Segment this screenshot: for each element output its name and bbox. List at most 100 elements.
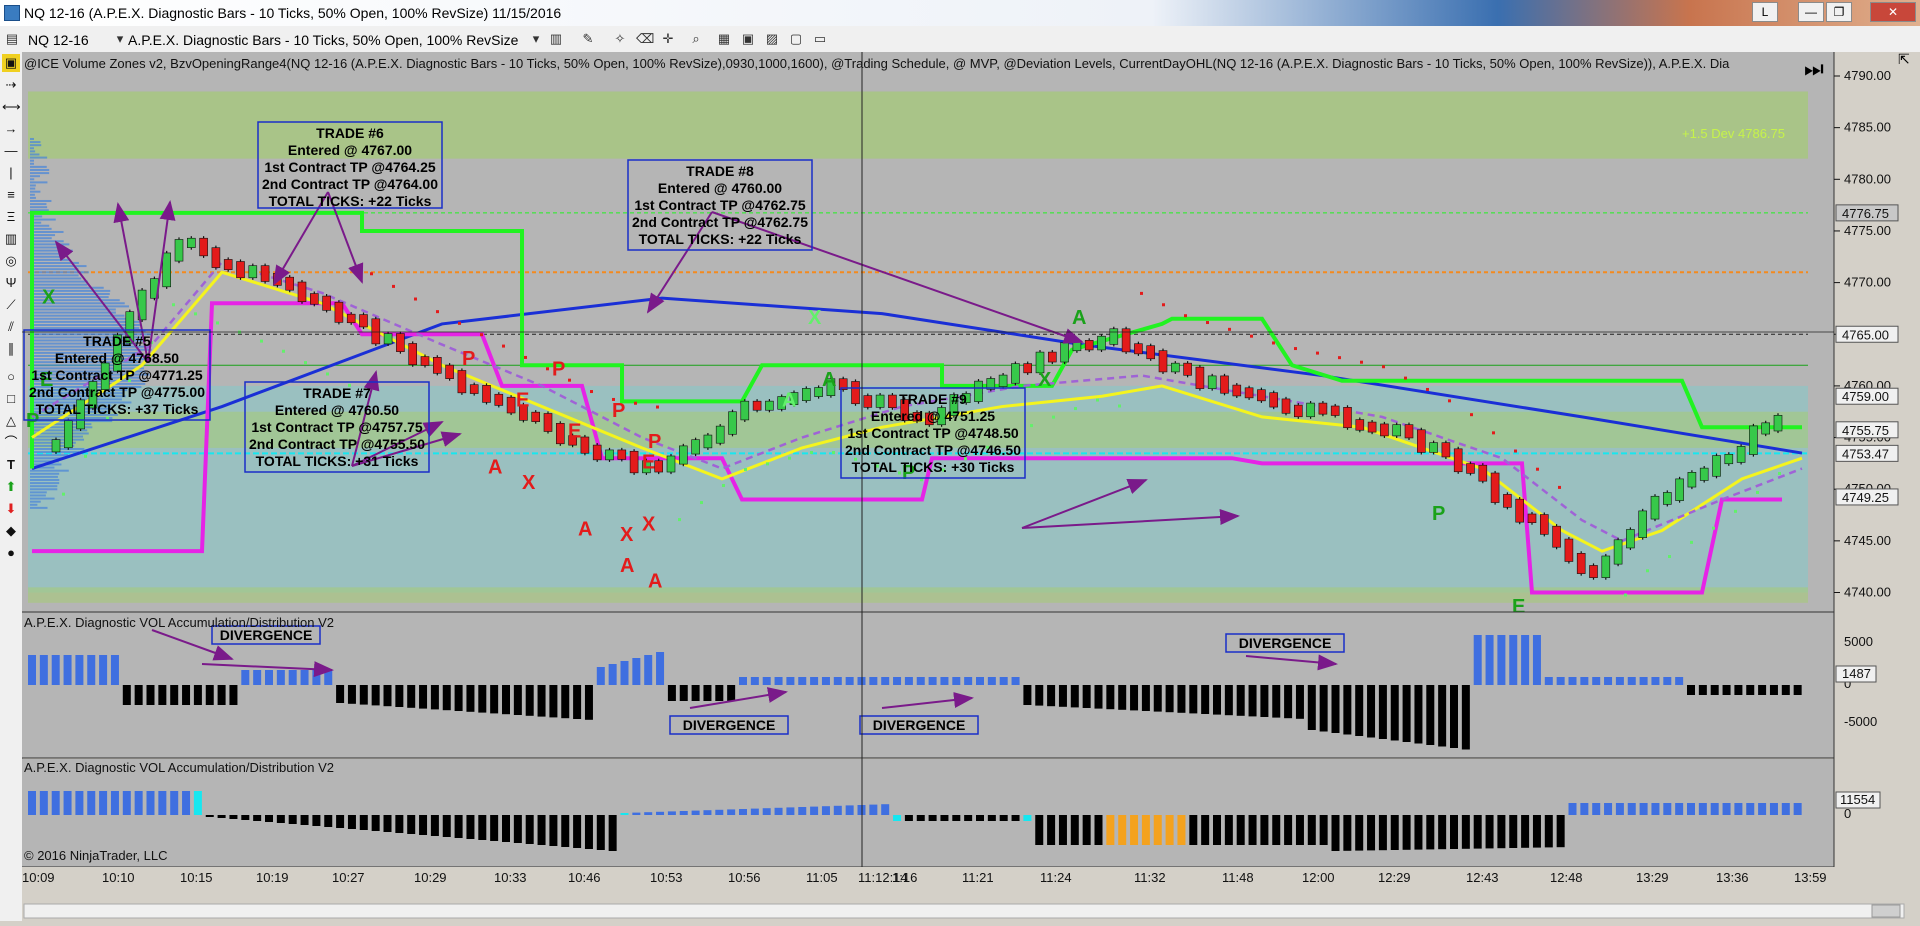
ellipse-icon[interactable]: ○	[2, 368, 20, 386]
menu-icon[interactable]: ▤	[4, 31, 20, 47]
close-button[interactable]: ✕	[1870, 2, 1916, 22]
osc2-bar	[158, 791, 166, 815]
volume-profile-bar	[30, 246, 59, 248]
osc1-bar	[893, 677, 901, 685]
psar-dot	[1030, 424, 1033, 427]
volume-profile-bar	[30, 482, 59, 484]
up-candle	[1639, 511, 1647, 538]
osc1-bar	[1189, 685, 1197, 713]
arrow-up-icon[interactable]: ⬆	[2, 478, 20, 496]
fib-circle-icon[interactable]: ◎	[2, 252, 20, 270]
osc2-bar	[289, 815, 297, 824]
psar-dot	[260, 340, 263, 343]
maximize-button[interactable]: ❐	[1826, 2, 1852, 22]
osc2-bar	[99, 791, 107, 815]
osc1-bar	[147, 685, 155, 705]
vertical-line-icon[interactable]: |	[2, 164, 20, 182]
pencil-icon[interactable]: ✎	[580, 31, 596, 47]
triangle-icon[interactable]: △	[2, 412, 20, 430]
down-candle	[1590, 565, 1598, 577]
trend-channel-icon[interactable]: ⫽	[2, 318, 20, 336]
dot-icon[interactable]: ●	[2, 544, 20, 562]
osc1-bar	[703, 685, 711, 701]
volume-profile-bar	[30, 494, 46, 496]
osc2-bar	[1414, 815, 1422, 850]
scrollbar-thumb[interactable]	[1872, 905, 1900, 917]
oscillator-panel-2[interactable]	[22, 759, 1834, 867]
collapse-axis-icon[interactable]: ⇱	[1898, 52, 1910, 67]
down-candle	[753, 401, 761, 410]
up-candle	[175, 239, 183, 261]
osc2-bar	[1734, 803, 1742, 815]
chevron-down-icon[interactable]: ▾	[528, 31, 544, 47]
down-candle	[1085, 340, 1093, 350]
psar-dot	[172, 303, 175, 306]
down-candle	[655, 461, 663, 472]
extended-line-icon[interactable]: →	[2, 120, 20, 138]
templates-icon[interactable]: ▭	[812, 31, 828, 47]
zoom-icon[interactable]: ⌕	[688, 31, 704, 47]
horizontal-line-icon[interactable]: —	[2, 142, 20, 160]
rectangle-icon[interactable]: □	[2, 390, 20, 408]
osc2-bar	[644, 812, 652, 815]
scroll-right-icon[interactable]: ⏭	[1804, 56, 1824, 81]
down-candle	[433, 357, 441, 373]
chart-area[interactable]: XEPXPEPEPPEAXAXAXAXAAPXAPE TRADE #5Enter…	[22, 52, 1920, 921]
osc2-bar	[1533, 815, 1541, 848]
osc1-bar	[1118, 685, 1126, 710]
strategies-icon[interactable]: ▨	[764, 31, 780, 47]
pointer-icon[interactable]: ▣	[2, 54, 20, 72]
down-candle	[360, 315, 368, 327]
price-highlight-label: 4776.75	[1842, 206, 1889, 221]
osc2-bar	[336, 815, 344, 828]
up-candle	[1171, 363, 1179, 372]
text-icon[interactable]: T	[2, 456, 20, 474]
osc2-bar	[514, 815, 522, 843]
chevron-down-icon[interactable]: ▾	[112, 31, 128, 47]
osc2-bar	[1367, 815, 1375, 850]
osc2-bar	[988, 815, 996, 821]
arc-icon[interactable]: ⌒	[2, 434, 20, 452]
osc2-bar	[1189, 815, 1197, 845]
line-icon[interactable]: ⟷	[2, 98, 20, 116]
price-highlight-label: 4753.47	[1842, 446, 1889, 461]
fib-retracement-icon[interactable]: Ξ	[2, 208, 20, 226]
pitchfork-icon[interactable]: Ψ	[2, 274, 20, 292]
bar-style-icon[interactable]: ▥	[548, 31, 564, 47]
horizontal-scrollbar[interactable]	[24, 904, 1904, 918]
chart-trader-icon[interactable]: ▦	[716, 31, 732, 47]
fib-extension-icon[interactable]: ▥	[2, 230, 20, 248]
trade-box-line: 2nd Contract TP @4775.00	[29, 384, 205, 400]
time-tick-label: 11:05	[806, 870, 838, 885]
indicators-icon[interactable]: ▣	[740, 31, 756, 47]
osc1-bar	[1616, 677, 1624, 685]
osc1-bar	[798, 677, 806, 685]
regression-icon[interactable]: ≡	[2, 186, 20, 204]
osc1-bar	[656, 652, 664, 685]
down-candle	[1270, 393, 1278, 407]
ray-icon[interactable]: ⇢	[2, 76, 20, 94]
osc1-bar	[1225, 685, 1233, 715]
properties-icon[interactable]: ▢	[788, 31, 804, 47]
diamond-icon[interactable]: ◆	[2, 522, 20, 540]
psar-dot	[678, 518, 681, 521]
osc1-bar	[1580, 677, 1588, 685]
osc1-tick: -5000	[1844, 714, 1877, 729]
marker-icon[interactable]: ✧	[612, 31, 628, 47]
parallel-channel-icon[interactable]: ∥	[2, 340, 20, 358]
down-candle	[1184, 363, 1192, 375]
link-button[interactable]: L	[1752, 2, 1778, 22]
down-candle	[1454, 449, 1462, 472]
instrument-selector[interactable]: NQ 12-16	[28, 32, 89, 48]
psar-dot	[590, 390, 593, 393]
osc2-bar	[372, 815, 380, 831]
arrow-down-icon[interactable]: ⬇	[2, 500, 20, 518]
crosshair-icon[interactable]: ✛	[660, 31, 676, 47]
up-candle	[1110, 329, 1118, 345]
osc2-bar	[301, 815, 309, 825]
time-tick-label: 13:29	[1636, 870, 1669, 885]
minimize-button[interactable]: —	[1798, 2, 1824, 22]
bar-type-selector[interactable]: A.P.E.X. Diagnostic Bars - 10 Ticks, 50%…	[128, 32, 518, 48]
eraser-icon[interactable]: ⌫	[636, 31, 652, 47]
gann-fan-icon[interactable]: ⟋	[2, 296, 20, 314]
